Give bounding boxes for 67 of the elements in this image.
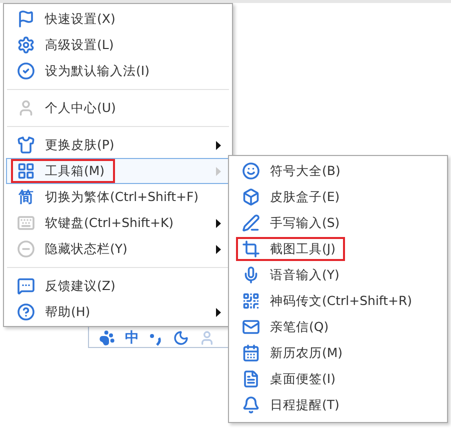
input-mode-toggle[interactable]: 中 [125,330,139,346]
menu-item[interactable]: 桌面便签(I) [231,366,445,392]
menu-item-label: 手写输入(S) [270,214,340,232]
menu-item-label: 符号大全(B) [270,162,340,180]
menu-item[interactable]: 隐藏状态栏(Y) [6,236,230,262]
menu-item-label: 工具箱(M) [45,162,105,180]
menu-item[interactable]: 高级设置(L) [6,32,230,58]
menu-item[interactable]: 截图工具(J) [231,236,445,262]
menu-item[interactable]: 工具箱(M) [6,158,230,184]
document-icon [242,370,260,388]
menu-item[interactable]: 设为默认输入法(I) [6,58,230,84]
flag-icon [17,10,35,28]
menu-item[interactable]: 更换皮肤(P) [6,132,230,158]
menu-item-label: 高级设置(L) [45,36,114,54]
menu-item-label: 语音输入(Y) [270,266,340,284]
calendar-icon [242,344,260,362]
menu-item-label: 快速设置(X) [45,10,116,28]
menu-item[interactable]: 帮助(H) [6,299,230,325]
chat-icon [17,277,35,295]
pencil-icon [242,214,260,232]
menu-item-label: 日程提醒(T) [270,396,340,414]
menu-item-label: 皮肤盒子(E) [270,188,340,206]
menu-item[interactable]: 快速设置(X) [6,6,230,32]
menu-item[interactable]: 皮肤盒子(E) [231,184,445,210]
menu-item[interactable]: 新历农历(M) [231,340,445,366]
user-icon [17,99,35,117]
help-icon [17,303,35,321]
menu-item-label: 截图工具(J) [270,240,336,258]
menu-item[interactable]: 个人中心(U) [6,95,230,121]
smile-icon [242,162,260,180]
menu-item-label: 神码传文(Ctrl+Shift+R) [270,292,412,310]
menu-item-label: 新历农历(M) [270,344,343,362]
qr-code-icon [242,292,260,310]
menu-item-label: 反馈建议(Z) [45,278,116,294]
keyboard-icon [17,214,35,232]
microphone-icon [242,266,260,284]
bell-icon [242,396,260,414]
check-circle-icon [17,62,35,80]
menu-item-label: 个人中心(U) [45,100,116,116]
menu-item-label: 设为默认输入法(I) [45,62,150,80]
menu-item-label: 帮助(H) [45,304,90,320]
menu-item-label: 隐藏状态栏(Y) [45,240,128,258]
menu-item[interactable]: 日程提醒(T) [231,392,445,418]
moon-icon[interactable] [173,330,189,346]
cube-icon [242,188,260,206]
menu-item-label: 软键盘(Ctrl+Shift+K) [45,214,174,232]
menu-item[interactable]: 软键盘(Ctrl+Shift+K) [6,210,230,236]
menu-item[interactable]: 符号大全(B) [231,158,445,184]
menu-item[interactable]: 亲笔信(Q) [231,314,445,340]
gear-icon [17,36,35,54]
punctuation-icon[interactable] [149,332,163,346]
crop-icon [242,240,260,258]
menu-item-label: 更换皮肤(P) [45,136,114,154]
menu-item[interactable]: 手写输入(S) [231,210,445,236]
envelope-icon [242,318,260,336]
menu-item[interactable]: 简 切换为繁体(Ctrl+Shift+F) [6,184,230,210]
shirt-icon [17,136,35,154]
grid-icon [17,162,35,180]
menu-item-label: 桌面便签(I) [270,370,336,388]
menu-item[interactable]: 反馈建议(Z) [6,273,230,299]
menu-item-label: 亲笔信(Q) [270,318,329,336]
menu-item[interactable]: 神码传文(Ctrl+Shift+R) [231,288,445,314]
paw-icon[interactable] [99,330,115,346]
simplified-glyph-icon: 简 [17,188,35,206]
menu-item-label: 切换为繁体(Ctrl+Shift+F) [45,188,199,206]
menu-item[interactable]: 语音输入(Y) [231,262,445,288]
minus-circle-icon [17,240,35,258]
